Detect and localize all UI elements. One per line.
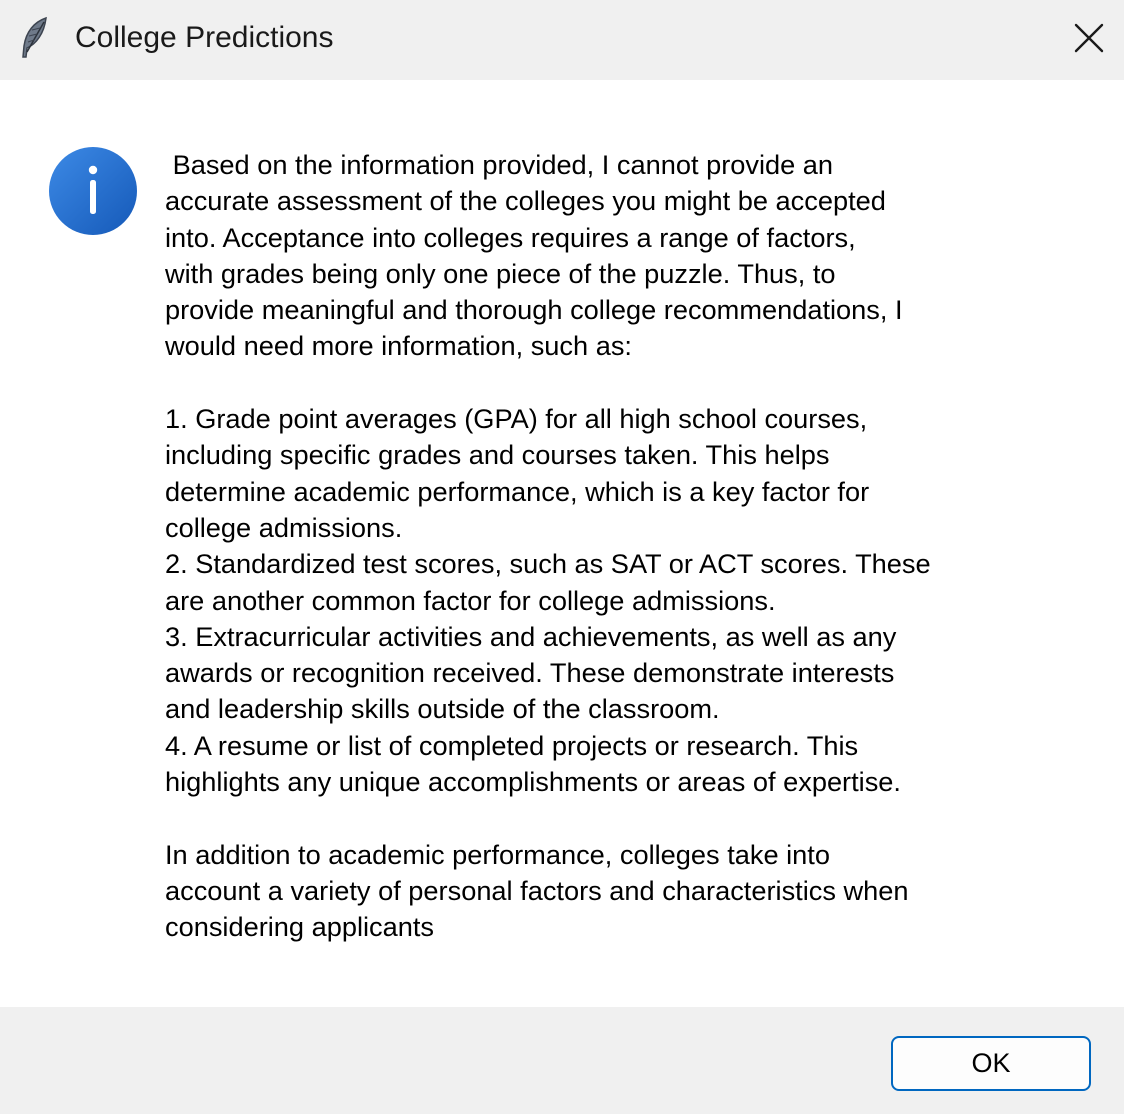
dialog-content: Based on the information provided, I can… xyxy=(0,80,1124,1007)
ok-button[interactable]: OK xyxy=(891,1036,1091,1091)
dialog-message: Based on the information provided, I can… xyxy=(165,149,931,943)
close-icon xyxy=(1074,23,1104,58)
info-icon xyxy=(48,146,138,236)
title-bar: College Predictions xyxy=(0,0,1124,80)
message-dialog: College Predictions Based on the informa… xyxy=(0,0,1124,1114)
close-button[interactable] xyxy=(1054,0,1124,80)
window-title: College Predictions xyxy=(75,21,334,54)
feather-icon xyxy=(20,16,50,60)
dialog-footer: OK xyxy=(0,1007,1124,1114)
